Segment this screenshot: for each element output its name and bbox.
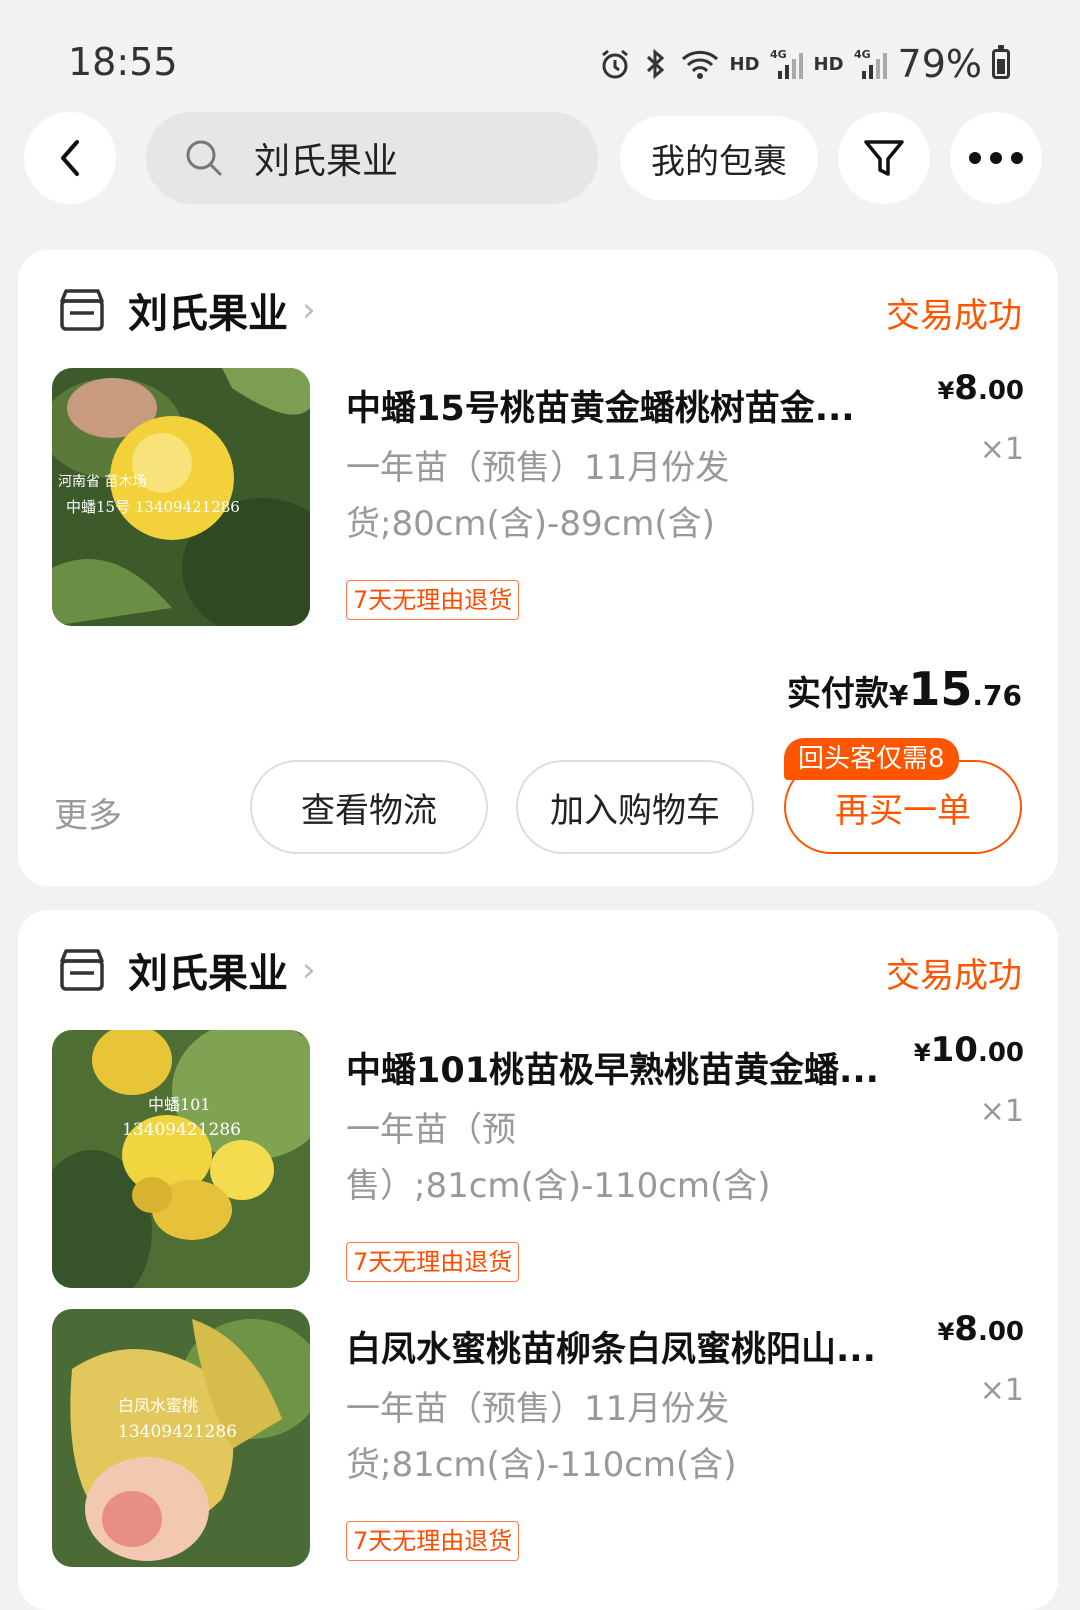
product-quantity: ×1	[979, 1094, 1024, 1129]
signal-icon: 4G	[770, 48, 803, 79]
hd-label-2: HD	[813, 53, 844, 75]
product-price: ¥8.00	[937, 368, 1024, 408]
alarm-icon	[601, 49, 628, 79]
chevron-right-icon: ›	[302, 290, 316, 330]
search-icon	[184, 138, 224, 178]
product-spec: 一年苗（预售）;81cm(含)-110cm(含)	[346, 1110, 771, 1206]
image-watermark-2: 13409421286	[122, 1120, 241, 1140]
return-policy-tag: 7天无理由退货	[346, 1521, 520, 1561]
battery-icon	[992, 45, 1010, 79]
store-icon	[60, 289, 104, 331]
order-item[interactable]: 河南省 苗木场 中蟠15号 13409421286 中蟠15号桃苗黄金蟠桃树苗金…	[52, 368, 1024, 626]
image-watermark-1: 中蟠101	[148, 1095, 211, 1114]
return-policy-tag: 7天无理由退货	[346, 580, 520, 620]
chevron-right-icon: ›	[302, 950, 316, 990]
more-dots-icon	[969, 152, 1023, 164]
product-title: 白凤水蜜桃苗柳条白凤蜜桃阳山...	[346, 1330, 876, 1370]
order-actions: 更多 查看物流 加入购物车 再买一单 回头客仅需8	[18, 738, 1058, 856]
more-link[interactable]: 更多	[54, 788, 122, 837]
shop-name: 刘氏果业	[128, 291, 288, 337]
image-watermark-1: 白凤水蜜桃	[118, 1396, 198, 1415]
status-time: 18:55	[68, 40, 178, 84]
product-image: 白凤水蜜桃 13409421286	[52, 1309, 310, 1567]
order-status: 交易成功	[886, 296, 1022, 336]
order-status: 交易成功	[886, 956, 1022, 996]
hd-label-1: HD	[729, 53, 760, 75]
product-spec: 一年苗（预售）11月份发货;81cm(含)-110cm(含)	[346, 1389, 737, 1485]
top-bar: 刘氏果业 我的包裹	[0, 112, 1080, 208]
status-bar: 18:55 HD 4G HD 4G 79%	[0, 0, 1080, 120]
return-policy-tag: 7天无理由退货	[346, 1242, 520, 1282]
shop-header[interactable]: 刘氏果业 ›	[56, 940, 316, 1000]
product-title: 中蟠101桃苗极早熟桃苗黄金蟠...	[346, 1051, 879, 1091]
order-item[interactable]: 中蟠101 13409421286 中蟠101桃苗极早熟桃苗黄金蟠... 一年苗…	[52, 1030, 1024, 1288]
shop-name: 刘氏果业	[128, 951, 288, 997]
product-quantity: ×1	[979, 1373, 1024, 1408]
filter-icon	[864, 140, 904, 176]
order-card[interactable]: 刘氏果业 › 交易成功 河南省 苗木场 中蟠15号 13409421286 中蟠…	[18, 250, 1058, 886]
returning-customer-badge: 回头客仅需8	[784, 738, 959, 780]
wifi-icon	[681, 50, 718, 79]
image-watermark-1: 河南省 苗木场	[58, 474, 146, 490]
product-quantity: ×1	[979, 432, 1024, 467]
order-card[interactable]: 刘氏果业 › 交易成功 中蟠101 13409421286 中蟠101桃苗极早熟…	[18, 910, 1058, 1610]
svg-text:4G: 4G	[770, 48, 787, 61]
add-to-cart-button[interactable]: 加入购物车	[516, 760, 754, 854]
actual-payment: 实付款¥15.76	[786, 662, 1022, 716]
search-text: 刘氏果业	[254, 141, 399, 182]
product-image: 中蟠101 13409421286	[52, 1030, 310, 1288]
product-price: ¥10.00	[913, 1030, 1024, 1070]
back-arrow-icon	[61, 140, 79, 176]
bluetooth-icon	[646, 48, 664, 80]
back-button[interactable]	[24, 112, 116, 204]
store-icon	[60, 949, 104, 991]
image-watermark-2: 13409421286	[118, 1422, 237, 1442]
battery-percent: 79%	[897, 42, 982, 86]
my-parcels-button[interactable]: 我的包裹	[620, 116, 818, 200]
view-logistics-button[interactable]: 查看物流	[250, 760, 488, 854]
product-image: 河南省 苗木场 中蟠15号 13409421286	[52, 368, 310, 626]
search-input[interactable]: 刘氏果业	[146, 112, 598, 204]
product-spec: 一年苗（预售）11月份发货;80cm(含)-89cm(含)	[346, 448, 730, 544]
order-item[interactable]: 白凤水蜜桃 13409421286 白凤水蜜桃苗柳条白凤蜜桃阳山... 一年苗（…	[52, 1309, 1024, 1567]
svg-text:4G: 4G	[854, 48, 871, 61]
product-price: ¥8.00	[937, 1309, 1024, 1349]
status-icons: HD 4G HD 4G 79%	[598, 42, 1010, 86]
filter-button[interactable]	[838, 112, 930, 204]
more-button[interactable]	[950, 112, 1042, 204]
shop-header[interactable]: 刘氏果业 ›	[56, 280, 316, 340]
signal-icon: 4G	[854, 48, 887, 79]
image-watermark-2: 中蟠15号 13409421286	[66, 498, 240, 516]
product-title: 中蟠15号桃苗黄金蟠桃树苗金...	[346, 389, 855, 429]
